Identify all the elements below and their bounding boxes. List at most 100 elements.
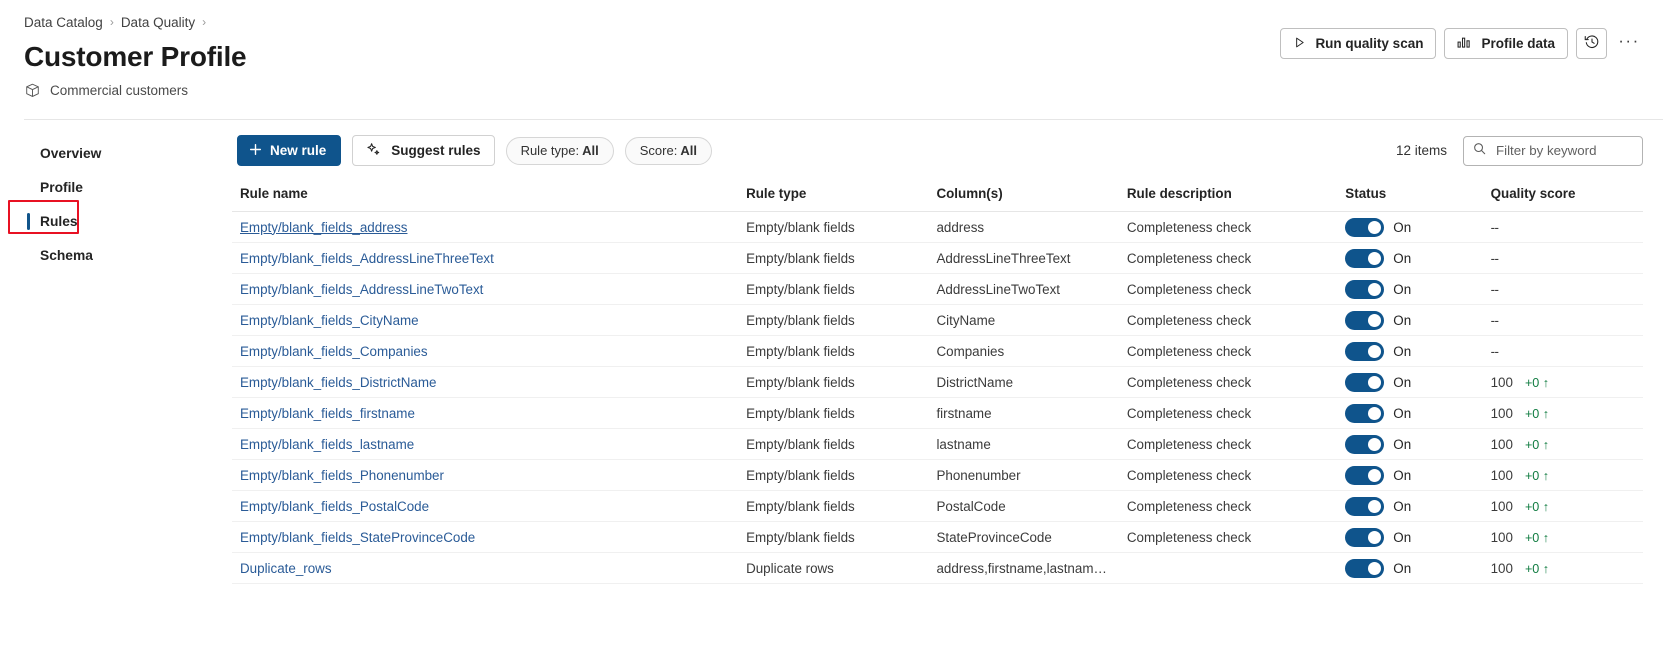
table-row[interactable]: Duplicate_rows Duplicate rows address,firs… (232, 552, 1643, 584)
rules-toolbar: New rule Suggest rules Rule type: All Sc… (232, 120, 1643, 180)
status-toggle-label: On (1393, 498, 1412, 514)
search-box[interactable] (1463, 135, 1643, 166)
table-row[interactable]: Empty/blank_fields_AddressLineThreeText E… (232, 242, 1643, 274)
cell-columns: AddressLineThreeText (928, 242, 1119, 274)
score-group: 100 +0 ↑ (1491, 406, 1635, 421)
suggest-rules-button[interactable]: Suggest rules (352, 135, 495, 166)
status-toggle[interactable] (1345, 527, 1385, 547)
cell-rule-name: Empty/blank_fields_firstname (232, 397, 739, 429)
filter-rule-type-value: All (582, 143, 599, 158)
status-toggle-label: On (1393, 312, 1412, 328)
cell-columns: lastname (928, 428, 1119, 460)
run-quality-scan-button[interactable]: Run quality scan (1280, 28, 1437, 59)
chevron-right-icon: › (109, 14, 114, 29)
status-group: On (1345, 403, 1474, 423)
quality-score-delta: +0 ↑ (1524, 437, 1550, 452)
breadcrumb-item-data-quality[interactable]: Data Quality (121, 15, 195, 30)
table-row[interactable]: Empty/blank_fields_firstname Empty/blank … (232, 397, 1643, 429)
cell-quality-score: -- (1482, 273, 1643, 305)
rule-name-link[interactable]: Empty/blank_fields_AddressLineThreeText (240, 251, 494, 266)
rules-table: Rule name Rule type Column(s) Rule descr… (232, 180, 1643, 584)
cell-rule-name: Empty/blank_fields_DistrictName (232, 366, 739, 398)
suggest-rules-label: Suggest rules (391, 143, 481, 158)
status-toggle[interactable] (1345, 248, 1385, 268)
score-group: 100 +0 ↑ (1491, 530, 1635, 545)
main-content: New rule Suggest rules Rule type: All Sc… (232, 120, 1663, 640)
cell-columns: DistrictName (928, 366, 1119, 398)
score-group: -- (1491, 313, 1635, 328)
rule-name-link[interactable]: Empty/blank_fields_firstname (240, 406, 415, 421)
rule-name-link[interactable]: Duplicate_rows (240, 561, 332, 576)
sidebar-item-rules[interactable]: Rules (8, 200, 220, 238)
status-group: On (1345, 496, 1474, 516)
status-toggle[interactable] (1345, 465, 1385, 485)
cell-rule-type: Empty/blank fields (738, 211, 929, 243)
column-header-rule-name[interactable]: Rule name (232, 180, 739, 212)
breadcrumb-item-data-catalog[interactable]: Data Catalog (24, 15, 103, 30)
column-header-status[interactable]: Status (1337, 180, 1483, 212)
sidebar-item-profile[interactable]: Profile (18, 171, 220, 204)
table-row[interactable]: Empty/blank_fields_AddressLineTwoText Emp… (232, 273, 1643, 305)
column-header-quality-score[interactable]: Quality score (1482, 180, 1643, 212)
status-toggle[interactable] (1345, 434, 1385, 454)
plus-icon (249, 143, 262, 159)
score-group: 100 +0 ↑ (1491, 561, 1635, 576)
column-header-rule-type[interactable]: Rule type (738, 180, 929, 212)
score-group: 100 +0 ↑ (1491, 499, 1635, 514)
table-row[interactable]: Empty/blank_fields_CityName Empty/blank f… (232, 304, 1643, 336)
column-header-columns[interactable]: Column(s) (928, 180, 1119, 212)
cell-rule-name: Empty/blank_fields_Phonenumber (232, 459, 739, 491)
status-toggle[interactable] (1345, 403, 1385, 423)
status-toggle[interactable] (1345, 372, 1385, 392)
rule-name-link[interactable]: Empty/blank_fields_Phonenumber (240, 468, 444, 483)
quality-score-value: -- (1490, 250, 1499, 266)
rule-name-link[interactable]: Empty/blank_fields_DistrictName (240, 375, 436, 390)
profile-data-button[interactable]: Profile data (1444, 28, 1568, 59)
status-group: On (1345, 341, 1474, 361)
new-rule-button[interactable]: New rule (237, 135, 342, 166)
more-options-button[interactable]: ··· (1615, 29, 1643, 59)
cell-quality-score: -- (1482, 211, 1643, 243)
table-row[interactable]: Empty/blank_fields_lastname Empty/blank f… (232, 428, 1643, 460)
cell-rule-type: Empty/blank fields (738, 521, 929, 553)
table-row[interactable]: Empty/blank_fields_Phonenumber Empty/blan… (232, 459, 1643, 491)
status-toggle[interactable] (1345, 558, 1385, 578)
rule-name-link[interactable]: Empty/blank_fields_Companies (240, 344, 428, 359)
cell-rule-description: Completeness check (1118, 397, 1338, 429)
page-subtitle-label: Commercial customers (50, 83, 189, 98)
sidebar-item-overview[interactable]: Overview (18, 137, 220, 170)
search-input[interactable] (1494, 142, 1633, 159)
cell-columns: PostalCode (928, 490, 1119, 522)
sidebar-item-schema[interactable]: Schema (18, 239, 220, 272)
rule-name-link[interactable]: Empty/blank_fields_CityName (240, 313, 419, 328)
quality-score-delta: +0 ↑ (1524, 406, 1550, 421)
rule-name-link[interactable]: Empty/blank_fields_address (240, 220, 407, 235)
quality-score-delta: +0 ↑ (1524, 499, 1550, 514)
table-row[interactable]: Empty/blank_fields_DistrictName Empty/bla… (232, 366, 1643, 398)
cell-status: On (1337, 242, 1483, 274)
rule-name-link[interactable]: Empty/blank_fields_AddressLineTwoText (240, 282, 483, 297)
rule-name-link[interactable]: Empty/blank_fields_PostalCode (240, 499, 429, 514)
status-toggle[interactable] (1345, 279, 1385, 299)
rule-name-link[interactable]: Empty/blank_fields_lastname (240, 437, 414, 452)
cell-rule-name: Empty/blank_fields_lastname (232, 428, 739, 460)
status-toggle[interactable] (1345, 496, 1385, 516)
column-header-rule-description[interactable]: Rule description (1118, 180, 1338, 212)
filter-score[interactable]: Score: All (624, 136, 712, 165)
status-toggle[interactable] (1345, 341, 1385, 361)
header-divider (24, 119, 1663, 120)
cell-quality-score: 100 +0 ↑ (1482, 521, 1643, 553)
cell-rule-description (1118, 552, 1338, 584)
status-toggle[interactable] (1345, 310, 1385, 330)
table-row[interactable]: Empty/blank_fields_address Empty/blank fi… (232, 211, 1643, 243)
status-toggle[interactable] (1345, 217, 1385, 237)
score-group: -- (1491, 251, 1635, 266)
filter-rule-type[interactable]: Rule type: All (505, 136, 614, 165)
rule-name-link[interactable]: Empty/blank_fields_StateProvinceCode (240, 530, 475, 545)
table-row[interactable]: Empty/blank_fields_Companies Empty/blank … (232, 335, 1643, 367)
cell-rule-name: Empty/blank_fields_CityName (232, 304, 739, 336)
scan-history-button[interactable] (1576, 28, 1607, 59)
table-row[interactable]: Empty/blank_fields_StateProvinceCode Empt… (232, 521, 1643, 553)
cell-quality-score: 100 +0 ↑ (1482, 366, 1643, 398)
table-row[interactable]: Empty/blank_fields_PostalCode Empty/blank… (232, 490, 1643, 522)
